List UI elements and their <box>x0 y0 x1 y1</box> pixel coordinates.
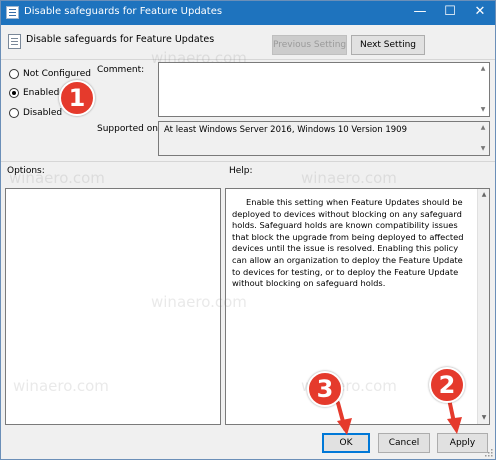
annotation-badge-3: 3 <box>307 371 343 407</box>
window-title: Disable safeguards for Feature Updates <box>24 6 223 17</box>
annotation-badge-2: 2 <box>429 367 465 403</box>
supported-scroll-down-icon[interactable]: ▼ <box>478 144 488 154</box>
comment-textbox[interactable]: ▲ ▼ <box>158 62 490 117</box>
comment-label: Comment: <box>97 65 145 75</box>
policy-name: Disable safeguards for Feature Updates <box>26 34 215 45</box>
help-scroll-down-icon[interactable]: ▼ <box>478 412 490 424</box>
radio-not-configured[interactable] <box>9 69 19 79</box>
resize-grip-icon[interactable] <box>485 449 493 457</box>
radio-label-not-configured[interactable]: Not Configured <box>23 69 91 79</box>
radio-label-enabled[interactable]: Enabled <box>23 88 59 98</box>
cancel-button[interactable]: Cancel <box>378 433 430 453</box>
help-label: Help: <box>229 166 253 176</box>
mid-divider <box>1 161 495 162</box>
comment-scroll-up-icon[interactable]: ▲ <box>478 64 488 74</box>
watermark-text: winaero.com <box>301 169 397 187</box>
radio-enabled[interactable] <box>9 88 19 98</box>
supported-on-label: Supported on: <box>97 124 161 134</box>
dialog-window: Disable safeguards for Feature Updates —… <box>0 0 496 460</box>
previous-setting-button[interactable]: Previous Setting <box>272 35 347 55</box>
ok-button[interactable]: OK <box>322 433 370 453</box>
supported-on-value: At least Windows Server 2016, Windows 10… <box>164 125 407 135</box>
help-scroll-up-icon[interactable]: ▲ <box>478 189 490 201</box>
options-label: Options: <box>7 166 45 176</box>
header-divider <box>1 59 495 60</box>
supported-on-box: At least Windows Server 2016, Windows 10… <box>158 121 490 156</box>
policy-app-icon <box>6 6 19 19</box>
policy-setting-icon <box>8 34 21 49</box>
close-icon[interactable]: ✕ <box>465 1 495 25</box>
next-setting-button[interactable]: Next Setting <box>351 35 425 55</box>
annotation-badge-1: 1 <box>59 80 95 116</box>
help-scrollbar[interactable]: ▲ ▼ <box>477 189 489 424</box>
supported-scroll-up-icon[interactable]: ▲ <box>478 123 488 133</box>
minimize-icon[interactable]: — <box>405 1 435 25</box>
comment-scroll-down-icon[interactable]: ▼ <box>478 105 488 115</box>
title-bar[interactable]: Disable safeguards for Feature Updates —… <box>1 1 495 25</box>
help-text: Enable this setting when Feature Updates… <box>232 197 464 289</box>
maximize-icon[interactable]: ☐ <box>435 1 465 25</box>
comment-value <box>159 63 489 67</box>
options-pane <box>5 188 221 425</box>
radio-disabled[interactable] <box>9 108 19 118</box>
apply-button[interactable]: Apply <box>437 433 488 453</box>
radio-label-disabled[interactable]: Disabled <box>23 108 62 118</box>
